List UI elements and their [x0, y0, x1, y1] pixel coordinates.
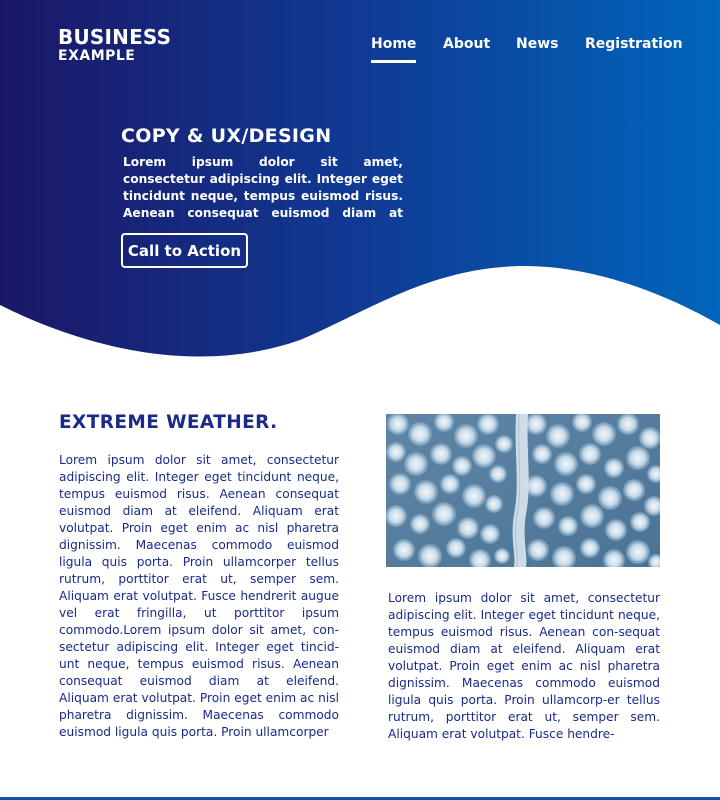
nav-item-about[interactable]: About — [443, 36, 490, 52]
hero-text: Lorem ipsum dolor sit amet, consectetur … — [123, 155, 403, 220]
call-to-action-button[interactable]: Call to Action — [121, 233, 248, 268]
nav-item-home[interactable]: Home — [371, 36, 417, 63]
right-column-text: Lorem ipsum dolor sit amet, consectetur … — [388, 591, 660, 741]
hero-content: COPY & UX/DESIGN Lorem ipsum dolor sit a… — [121, 124, 403, 222]
main-nav: Home About News Registration — [0, 36, 720, 66]
snowy-forest-image — [386, 414, 660, 567]
hero-section: BUSINESS EXAMPLE Home About News Registr… — [0, 0, 720, 360]
nav-item-registration[interactable]: Registration — [585, 36, 683, 52]
section-title: EXTREME WEATHER. — [59, 412, 278, 433]
left-column-text: Lorem ipsum dolor sit amet, consectetur … — [59, 453, 339, 739]
nav-item-news[interactable]: News — [516, 36, 558, 52]
hero-title: COPY & UX/DESIGN — [121, 125, 332, 147]
